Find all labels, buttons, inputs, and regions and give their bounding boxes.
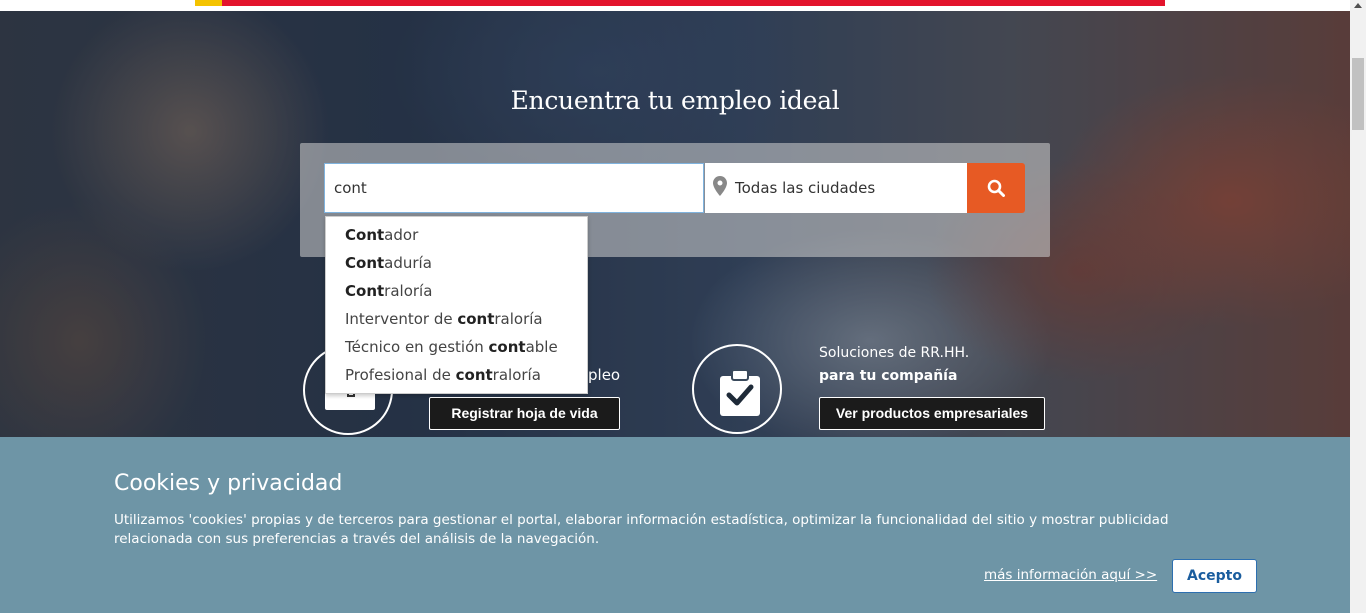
clipboard-check-icon (720, 369, 760, 416)
keyword-search-input[interactable] (324, 163, 704, 213)
city-select[interactable]: Todas las ciudades (705, 163, 967, 213)
search-icon (987, 179, 1005, 197)
suggestion-item[interactable]: Técnico en gestión contable (326, 333, 587, 361)
suggestion-item[interactable]: Profesional de contraloría (326, 361, 587, 389)
city-select-value: Todas las ciudades (735, 179, 876, 197)
register-cv-button[interactable]: Registrar hoja de vida (429, 397, 620, 430)
cookie-accept-button[interactable]: Acepto (1172, 559, 1257, 593)
hero-title: Encuentra tu empleo ideal (510, 86, 840, 115)
suggestion-item[interactable]: Contraloría (326, 277, 587, 305)
cookie-title: Cookies y privacidad (114, 471, 343, 496)
map-pin-icon (713, 176, 727, 200)
scroll-up-arrow-icon[interactable] (1354, 3, 1362, 8)
brand-yellow-chip (195, 0, 222, 6)
candidate-card-text: pleo (588, 366, 621, 384)
brand-red-bar (195, 0, 1165, 6)
company-card-title: Soluciones de RR.HH. (819, 345, 970, 361)
company-card-subtitle: para tu compañía (819, 368, 958, 384)
suggestion-item[interactable]: Contador (326, 221, 587, 249)
autocomplete-dropdown: Contador Contaduría Contraloría Interven… (325, 216, 588, 394)
suggestion-item[interactable]: Contaduría (326, 249, 587, 277)
business-products-button[interactable]: Ver productos empresariales (819, 397, 1045, 430)
cookie-banner: Cookies y privacidad Utilizamos 'cookies… (0, 437, 1350, 613)
cookie-more-info-link[interactable]: más información aquí >> (984, 567, 1157, 583)
search-button[interactable] (967, 163, 1025, 213)
suggestion-item[interactable]: Interventor de contraloría (326, 305, 587, 333)
page-scrollbar[interactable] (1350, 0, 1366, 613)
scrollbar-thumb[interactable] (1352, 58, 1364, 130)
cookie-text: Utilizamos 'cookies' propias y de tercer… (114, 512, 1169, 547)
